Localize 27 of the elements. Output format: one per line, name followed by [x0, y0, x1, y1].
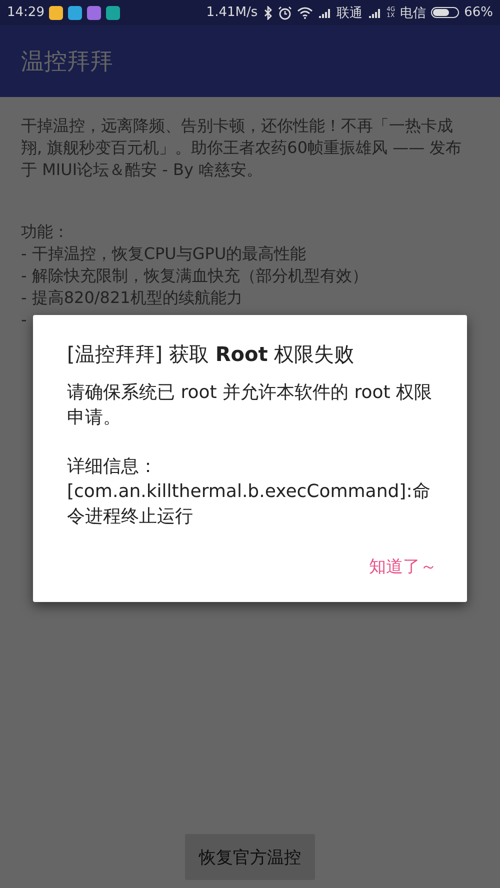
detail-label: 详细信息：	[67, 455, 158, 479]
dialog-message: 请确保系统已 root 并允许本软件的 root 权限申请。	[67, 381, 433, 430]
bluetooth-icon	[262, 6, 273, 20]
feature-item: - 干掉温控，恢复CPU与GPU的最高性能	[21, 243, 308, 265]
network-speed: 1.41M/s	[206, 5, 258, 20]
status-time: 14:29	[7, 5, 44, 20]
app-title: 温控拜拜	[21, 48, 113, 76]
carrier-name: 电信	[400, 4, 426, 22]
intro-text: 干掉温控，远离降频、告别卡顿，还你性能！不再「一热卡成翔, 旗舰秒变百元机」。助你王者农药60帧重振雄风 —— 发布于 MIUI论坛＆酷安 - By 啥慈安。	[21, 115, 463, 181]
features-heading: 功能：	[21, 221, 70, 243]
battery-percent: 66%	[464, 5, 493, 20]
notification-icon	[87, 6, 102, 20]
feature-item: -	[21, 309, 28, 331]
feature-item: - 提高820/821机型的续航能力	[21, 287, 244, 309]
signal-icon	[318, 6, 332, 18]
dialog-title: [温控拜拜] 获取 Root 权限失败	[67, 341, 356, 368]
carrier-name: 联通	[336, 4, 363, 22]
signal-icon	[368, 6, 382, 18]
alarm-icon	[278, 6, 292, 20]
feature-item: - 解除快充限制，恢复满血快充（部分机型有效）	[21, 265, 369, 287]
wifi-icon	[296, 6, 313, 18]
notification-icon	[68, 6, 82, 20]
ok-button[interactable]: 知道了～	[369, 551, 437, 582]
battery-icon	[431, 7, 460, 18]
notification-icon	[49, 6, 64, 20]
detail-text: [com.an.killthermal.b.execCommand]:命令进程终止运行	[67, 480, 432, 529]
notification-icon	[106, 6, 120, 20]
